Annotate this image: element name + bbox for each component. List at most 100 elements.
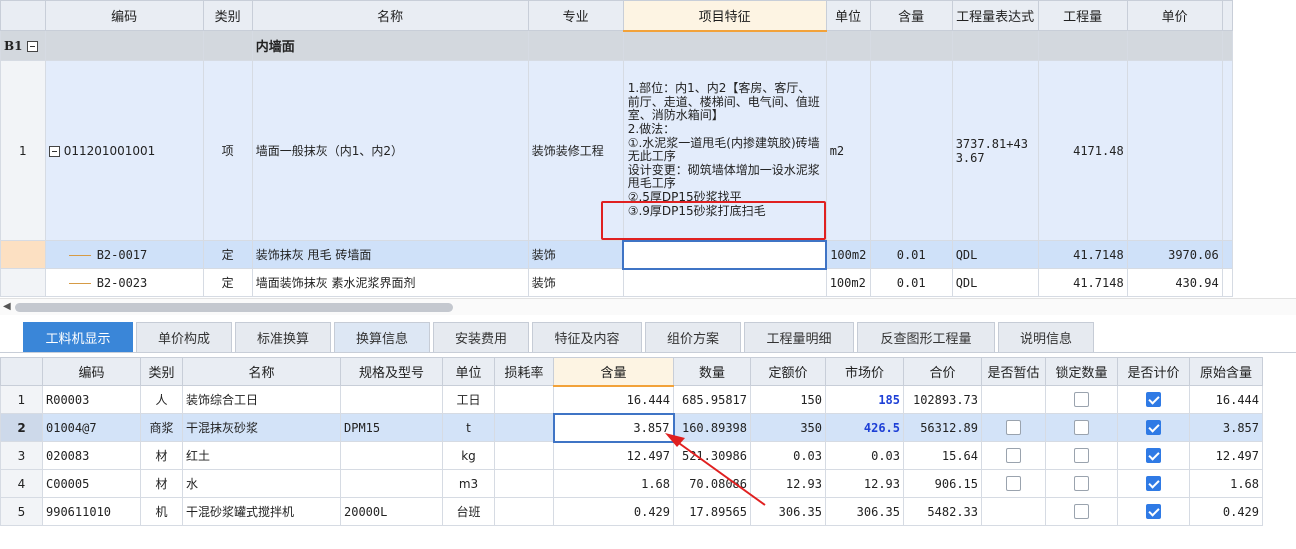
top-header-expr[interactable]: 工程量表达式	[951, 0, 1039, 31]
res-provisional[interactable]	[981, 385, 1046, 414]
tab-install-fee[interactable]: 安装费用	[433, 322, 529, 352]
res-qty[interactable]: 70.08086	[673, 469, 751, 498]
res-orig[interactable]: 16.444	[1189, 385, 1263, 414]
bottom-header-spec[interactable]: 规格及型号	[340, 357, 443, 386]
res-name[interactable]: 干混抹灰砂浆	[182, 413, 341, 442]
priced-checkbox[interactable]	[1146, 476, 1161, 491]
quota-row[interactable]: B2-0017 定 装饰抹灰 甩毛 砖墙面 装饰 100m2 0.01 QDL …	[0, 239, 1233, 270]
res-total[interactable]: 56312.89	[903, 413, 982, 442]
res-type[interactable]: 材	[140, 469, 183, 498]
res-code[interactable]: 020083	[42, 441, 141, 470]
provisional-checkbox[interactable]	[1006, 420, 1021, 435]
item-price[interactable]	[1126, 60, 1223, 241]
item-features[interactable]: 1.部位：内1、内2【客房、客厅、前厅、走道、楼梯间、电气间、值班室、消防水箱间…	[622, 60, 827, 241]
quota-features-editor[interactable]	[622, 239, 828, 270]
res-provisional[interactable]	[981, 413, 1046, 442]
locked-checkbox[interactable]	[1074, 420, 1089, 435]
res-market[interactable]: 185	[825, 385, 904, 414]
res-type[interactable]: 材	[140, 441, 183, 470]
priced-checkbox[interactable]	[1146, 392, 1161, 407]
tab-price-composition[interactable]: 单价构成	[136, 322, 232, 352]
bottom-header-market[interactable]: 市场价	[825, 357, 904, 386]
res-type[interactable]: 人	[140, 385, 183, 414]
quota-content[interactable]: 0.01	[869, 240, 953, 269]
bottom-header-provisional[interactable]: 是否暂估	[981, 357, 1046, 386]
res-loss[interactable]	[494, 441, 554, 470]
res-unit[interactable]: 台班	[442, 497, 495, 526]
res-orig[interactable]: 12.497	[1189, 441, 1263, 470]
res-name[interactable]: 干混砂浆罐式搅拌机	[182, 497, 341, 526]
res-market[interactable]: 306.35	[825, 497, 904, 526]
res-total[interactable]: 906.15	[903, 469, 982, 498]
res-name[interactable]: 水	[182, 469, 341, 498]
res-unit[interactable]: t	[442, 413, 495, 442]
res-priced[interactable]	[1117, 497, 1190, 526]
res-content[interactable]: 12.497	[553, 441, 674, 470]
section-row-b1[interactable]: B1 内墙面	[0, 30, 1233, 61]
bottom-header-type[interactable]: 类别	[140, 357, 183, 386]
item-content[interactable]	[869, 60, 953, 241]
res-quota[interactable]: 350	[750, 413, 826, 442]
res-loss[interactable]	[494, 385, 554, 414]
res-locked[interactable]	[1045, 497, 1118, 526]
top-header-qty[interactable]: 工程量	[1037, 0, 1128, 31]
resource-row[interactable]: 5 990611010 机干混砂浆罐式搅拌机 20000L 台班 0.429 17.8956…	[0, 497, 1263, 526]
quota-expr[interactable]: QDL	[951, 268, 1039, 297]
bottom-header-loss[interactable]: 损耗率	[494, 357, 554, 386]
locked-checkbox[interactable]	[1074, 392, 1089, 407]
top-header-name[interactable]: 名称	[251, 0, 529, 31]
tab-features-content[interactable]: 特征及内容	[532, 322, 642, 352]
res-name[interactable]: 装饰综合工日	[182, 385, 341, 414]
res-locked[interactable]	[1045, 469, 1118, 498]
resource-row[interactable]: 3 020083 材红土 kg 12.497 521.30986 0.03 0.03 15.64…	[0, 441, 1263, 470]
item-qty[interactable]: 4171.48	[1037, 60, 1128, 241]
locked-checkbox[interactable]	[1074, 476, 1089, 491]
item-type[interactable]: 项	[202, 60, 253, 241]
bottom-header-priced[interactable]: 是否计价	[1117, 357, 1190, 386]
res-market[interactable]: 0.03	[825, 441, 904, 470]
bottom-header-total[interactable]: 合价	[903, 357, 982, 386]
resource-row[interactable]: 2 01004@7 商浆 干混抹灰砂浆 DPM15 t 3.857 160.89398 350 4…	[0, 412, 1263, 443]
bottom-header-locked[interactable]: 锁定数量	[1045, 357, 1118, 386]
tab-conversion-info[interactable]: 换算信息	[334, 322, 430, 352]
quota-major[interactable]: 装饰	[527, 268, 624, 297]
quota-expr[interactable]: QDL	[951, 240, 1039, 269]
res-unit[interactable]: 工日	[442, 385, 495, 414]
bottom-header-quota[interactable]: 定额价	[750, 357, 826, 386]
locked-checkbox[interactable]	[1074, 504, 1089, 519]
res-total[interactable]: 15.64	[903, 441, 982, 470]
top-header-unit[interactable]: 单位	[825, 0, 871, 31]
res-quota[interactable]: 12.93	[750, 469, 826, 498]
top-header-major[interactable]: 专业	[527, 0, 624, 31]
res-code[interactable]: 01004@7	[42, 413, 141, 442]
bottom-header-orig[interactable]: 原始含量	[1189, 357, 1263, 386]
quota-name[interactable]: 墙面装饰抹灰 素水泥浆界面剂	[251, 268, 529, 297]
res-spec[interactable]: DPM15	[340, 413, 443, 442]
tab-labor-material-machine[interactable]: 工料机显示	[23, 322, 133, 352]
res-total[interactable]: 102893.73	[903, 385, 982, 414]
res-spec[interactable]	[340, 441, 443, 470]
item-major[interactable]: 装饰装修工程	[527, 60, 624, 241]
quota-qty[interactable]: 41.7148	[1037, 240, 1128, 269]
res-locked[interactable]	[1045, 385, 1118, 414]
res-spec[interactable]	[340, 469, 443, 498]
res-orig[interactable]: 0.429	[1189, 497, 1263, 526]
res-unit[interactable]: kg	[442, 441, 495, 470]
res-priced[interactable]	[1117, 413, 1190, 442]
collapse-icon[interactable]	[48, 145, 60, 157]
res-code[interactable]: 990611010	[42, 497, 141, 526]
res-loss[interactable]	[494, 469, 554, 498]
item-name[interactable]: 墙面一般抹灰（内1、内2）	[251, 60, 529, 241]
res-name[interactable]: 红土	[182, 441, 341, 470]
scroll-left-icon[interactable]: ◀	[3, 301, 11, 312]
priced-checkbox[interactable]	[1146, 420, 1161, 435]
tab-quantity-detail[interactable]: 工程量明细	[744, 322, 854, 352]
res-content[interactable]: 3.857	[552, 412, 675, 443]
res-type[interactable]: 商浆	[140, 413, 183, 442]
res-code[interactable]: C00005	[42, 469, 141, 498]
res-quota[interactable]: 0.03	[750, 441, 826, 470]
tab-standard-conversion[interactable]: 标准换算	[235, 322, 331, 352]
res-total[interactable]: 5482.33	[903, 497, 982, 526]
quota-row[interactable]: B2-0023 定 墙面装饰抹灰 素水泥浆界面剂 装饰 100m2 0.01 Q…	[0, 268, 1233, 297]
bottom-header-name[interactable]: 名称	[182, 357, 341, 386]
